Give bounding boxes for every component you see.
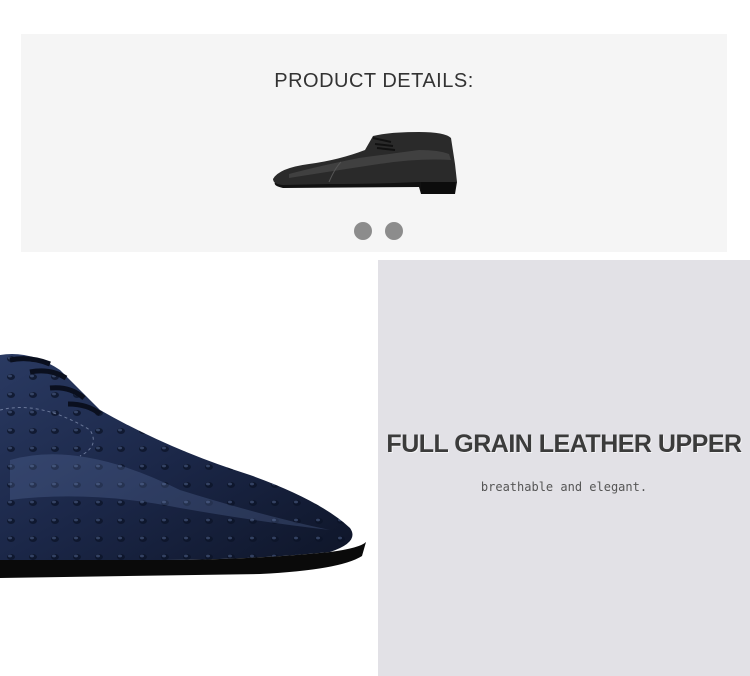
carousel-dot[interactable] xyxy=(385,222,403,240)
carousel-dot[interactable] xyxy=(354,222,372,240)
blue-ostrich-leather-shoe-closeup xyxy=(0,354,366,578)
feature-title: FULL GRAIN LEATHER UPPER xyxy=(386,430,742,458)
feature-subtitle: breathable and elegant. xyxy=(480,480,648,494)
black-oxford-shoe-image[interactable] xyxy=(269,124,465,199)
leather-closeup-panel xyxy=(0,260,378,676)
feature-panel: FULL GRAIN LEATHER UPPER breathable and … xyxy=(378,260,750,676)
product-details-title: PRODUCT DETAILS: xyxy=(274,70,474,92)
carousel-dots xyxy=(354,222,404,240)
product-details-banner: PRODUCT DETAILS: xyxy=(21,34,727,252)
shoe-thumbnail-icon xyxy=(273,132,457,194)
